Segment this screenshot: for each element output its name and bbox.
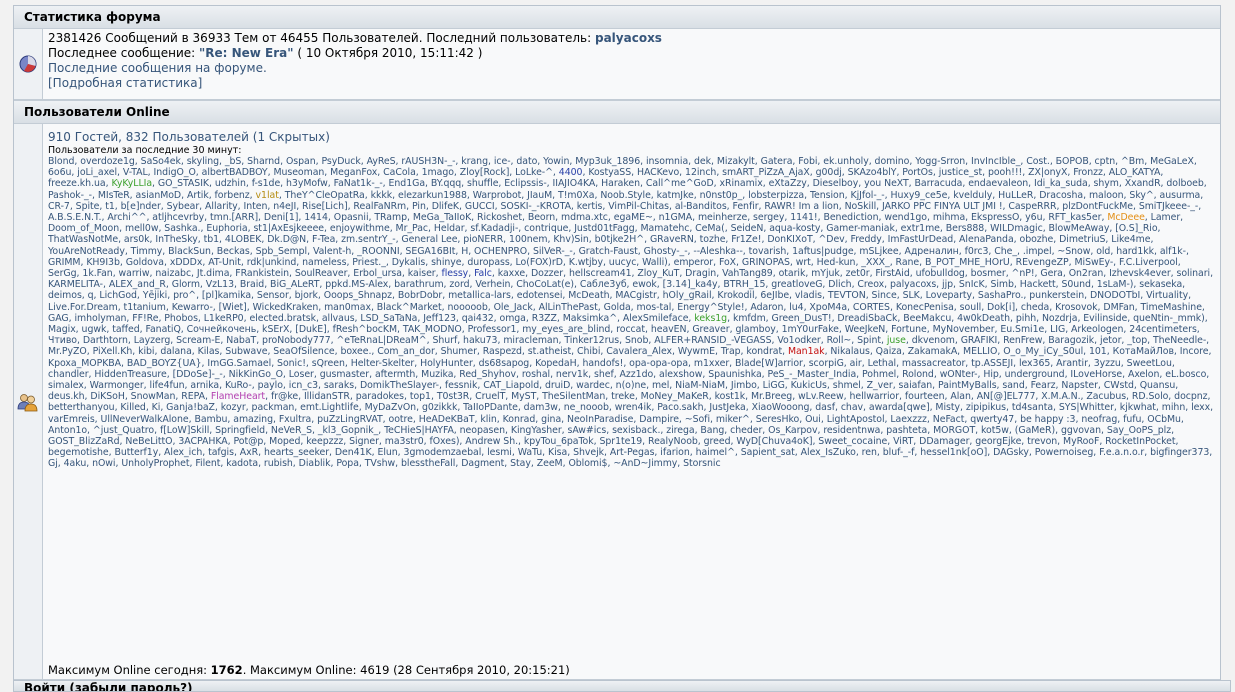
online-user-highlight[interactable]: v1lat bbox=[256, 190, 279, 201]
login-header: Войти (забыли пароль?) bbox=[13, 680, 1231, 692]
recent-posts-link[interactable]: Последние сообщения на форуме. bbox=[48, 61, 267, 75]
online-users-text[interactable]: , fr@ke, IllidanSTR, paradokes, top1, T0… bbox=[48, 391, 1213, 469]
online-user-highlight[interactable]: FlameHeart bbox=[211, 391, 265, 402]
online-user-highlight[interactable]: juse bbox=[887, 335, 906, 346]
max-online-record: . Максимум Online: 4619 (28 Сентября 201… bbox=[242, 663, 570, 677]
last-post-link[interactable]: "Re: New Era" bbox=[199, 46, 294, 60]
online-icon-cell bbox=[14, 124, 43, 679]
online-subtitle: Пользователи за последние 30 минут: bbox=[48, 145, 242, 156]
online-summary-link[interactable]: 910 Гостей, 832 Пользователей (1 Скрытых… bbox=[48, 130, 330, 144]
last-post-line: Последнее сообщение: "Re: New Era" ( 10 … bbox=[48, 46, 1214, 61]
online-user-highlight[interactable]: McDeee bbox=[1107, 212, 1145, 223]
stats-header: Статистика форума bbox=[14, 6, 1220, 29]
online-user-highlight[interactable]: 4400 bbox=[559, 167, 583, 178]
last-user-link[interactable]: palyacoxs bbox=[595, 31, 662, 45]
stats-icon-cell bbox=[14, 29, 43, 99]
online-user-highlight[interactable]: flessy bbox=[441, 268, 468, 279]
online-user-highlight[interactable]: keks1g bbox=[694, 313, 727, 324]
online-content: 910 Гостей, 832 Пользователей (1 Скрытых… bbox=[43, 124, 1220, 679]
online-user-highlight[interactable]: KyKyLLIa bbox=[111, 178, 152, 189]
pie-chart-icon bbox=[19, 55, 37, 73]
forum-stats-board: Статистика форума 2381426 Сообщений в 36… bbox=[13, 5, 1221, 681]
max-online-line: Максимум Online сегодня: 1762. Максимум … bbox=[48, 658, 1214, 681]
online-user-highlight[interactable]: Man1ak bbox=[788, 346, 825, 357]
max-online-label: Максимум Online сегодня: bbox=[48, 663, 211, 677]
detailed-stats-link[interactable]: [Подробная статистика] bbox=[48, 76, 202, 90]
online-row: 910 Гостей, 832 Пользователей (1 Скрытых… bbox=[14, 124, 1220, 680]
stats-row: 2381426 Сообщений в 36933 Тем от 46455 П… bbox=[14, 29, 1220, 100]
stats-content: 2381426 Сообщений в 36933 Тем от 46455 П… bbox=[43, 29, 1220, 99]
online-user-highlight[interactable]: Falc bbox=[474, 268, 492, 279]
last-post-label: Последнее сообщение: bbox=[48, 46, 199, 60]
online-users-list[interactable]: Blond, overdoze1g, SaSo4ek, skyling, _bS… bbox=[48, 156, 1214, 658]
last-post-date: ( 10 Октября 2010, 15:11:42 ) bbox=[293, 46, 483, 60]
stats-counts: 2381426 Сообщений в 36933 Тем от 46455 П… bbox=[48, 31, 1214, 46]
users-icon bbox=[17, 393, 38, 411]
max-online-today: 1762 bbox=[210, 663, 243, 677]
stats-count-text: 2381426 Сообщений в 36933 Тем от 46455 П… bbox=[48, 31, 595, 45]
online-header: Пользователи Online bbox=[14, 100, 1220, 124]
